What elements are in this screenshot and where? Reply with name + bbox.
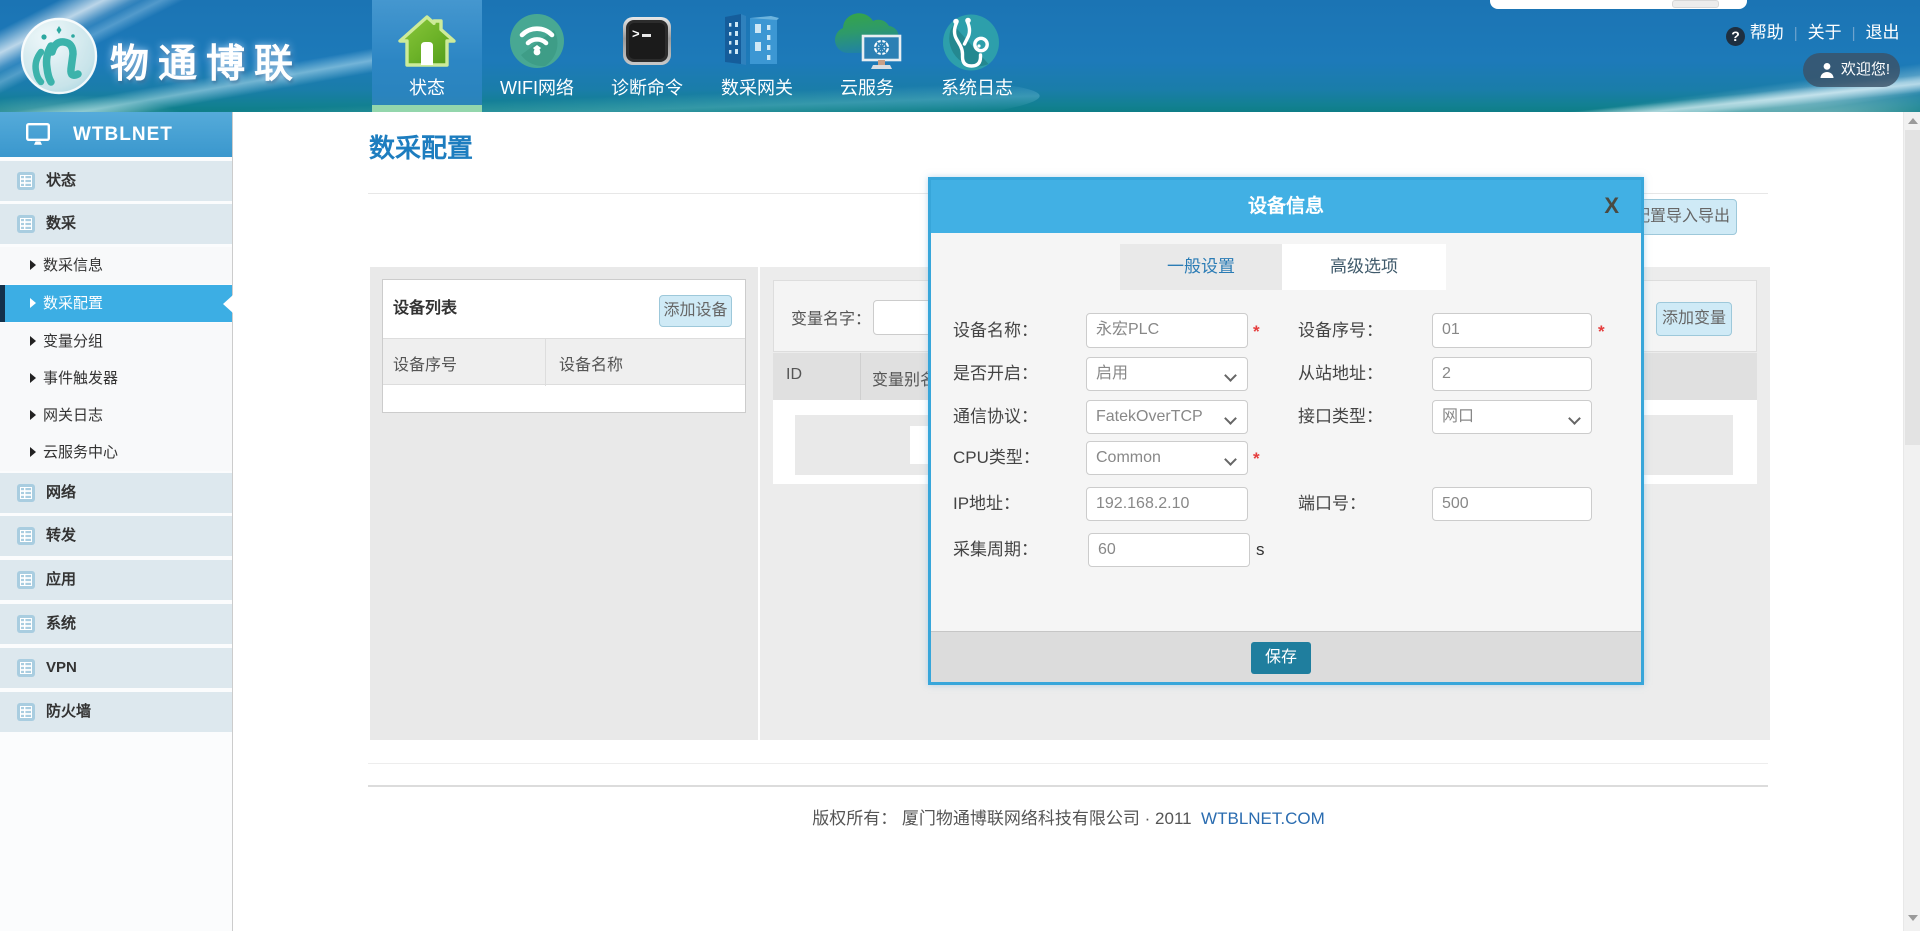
svg-text:>: > <box>632 26 640 41</box>
